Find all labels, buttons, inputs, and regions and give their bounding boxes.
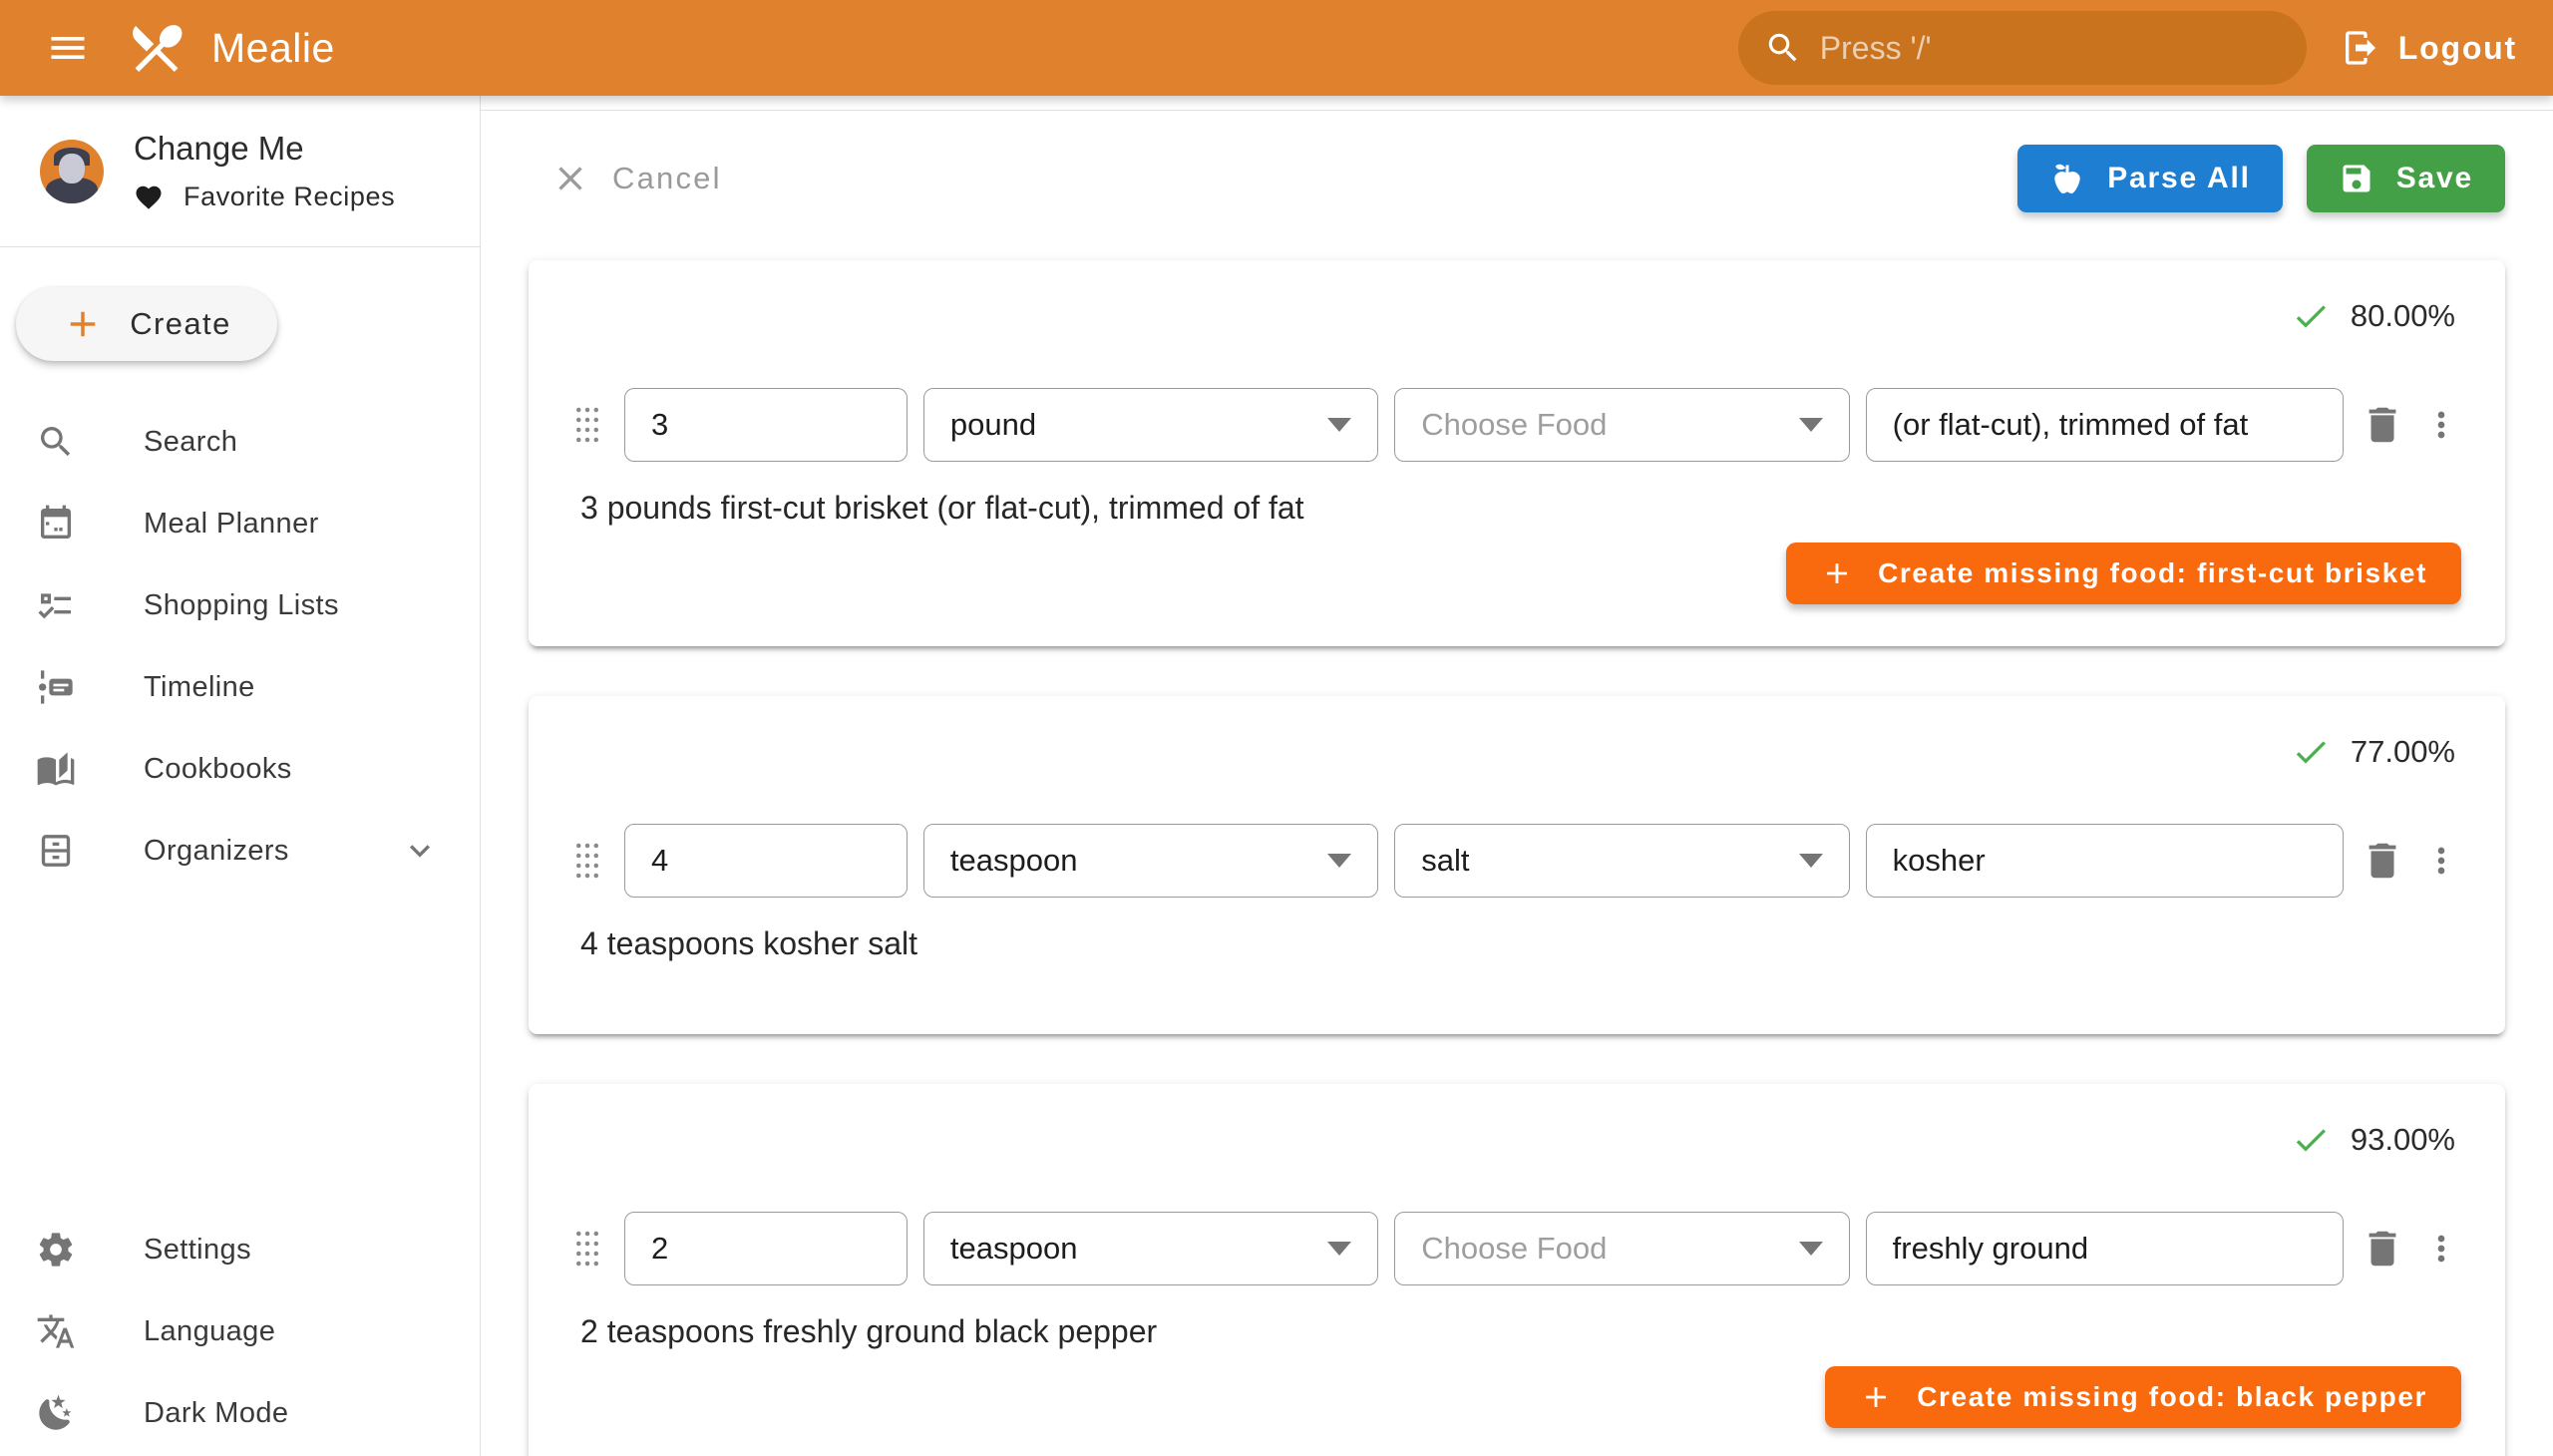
ingredient-input-row: pound Choose Food — [572, 388, 2461, 462]
kebab-menu-icon[interactable] — [2421, 838, 2461, 884]
confidence-row: 93.00% — [572, 1118, 2461, 1162]
confidence-row: 77.00% — [572, 730, 2461, 774]
create-missing-food-button[interactable]: Create missing food: black pepper — [1825, 1366, 2461, 1428]
app-title: Mealie — [211, 25, 335, 72]
sidebar-item-meal-planner[interactable]: Meal Planner — [0, 483, 480, 564]
sidebar-item-organizers[interactable]: Organizers — [0, 810, 480, 892]
sidebar-item-dark-mode[interactable]: Dark Mode — [0, 1372, 480, 1454]
parse-all-button[interactable]: Parse All — [2017, 145, 2283, 212]
save-button[interactable]: Save — [2307, 145, 2505, 212]
drag-handle-icon[interactable] — [572, 837, 608, 885]
delete-icon[interactable] — [2360, 402, 2405, 448]
ingredient-card: 93.00% teaspoon Choose Food 2 teaspoons … — [529, 1084, 2505, 1456]
gear-icon — [36, 1230, 76, 1270]
check-icon — [2291, 296, 2331, 336]
drag-handle-icon[interactable] — [572, 1225, 608, 1273]
ingredient-card: 77.00% teaspoon salt 4 teaspoons kosher … — [529, 696, 2505, 1034]
create-button[interactable]: Create — [16, 287, 277, 361]
translate-icon — [36, 1311, 76, 1351]
note-input[interactable] — [1893, 407, 2317, 443]
sidebar-footer-nav: Settings Language Dark Mode — [0, 1209, 480, 1454]
calendar-icon — [36, 504, 76, 544]
close-icon — [550, 159, 590, 198]
user-profile[interactable]: Change Me Favorite Recipes — [0, 96, 480, 247]
caret-down-icon — [1327, 854, 1351, 868]
sidebar-nav: Search Meal Planner Shopping Lists Timel… — [0, 401, 480, 892]
app-brand: Mealie — [126, 17, 335, 79]
silverware-logo-icon — [126, 17, 187, 79]
check-icon — [2291, 732, 2331, 772]
sidebar-item-timeline[interactable]: Timeline — [0, 646, 480, 728]
caret-down-icon — [1799, 854, 1823, 868]
plus-icon — [1859, 1380, 1893, 1414]
confidence-value: 80.00% — [2351, 298, 2455, 334]
confidence-value: 93.00% — [2351, 1122, 2455, 1158]
confidence-row: 80.00% — [572, 294, 2461, 338]
original-ingredient-text: 3 pounds first-cut brisket (or flat-cut)… — [580, 490, 2461, 527]
check-icon — [2291, 1120, 2331, 1160]
original-ingredient-text: 4 teaspoons kosher salt — [580, 925, 2461, 962]
checklist-icon — [36, 585, 76, 625]
delete-icon[interactable] — [2360, 1226, 2405, 1272]
parser-toolbar: Cancel Parse All Save — [481, 111, 2553, 212]
quantity-input[interactable] — [651, 407, 881, 443]
search-input[interactable] — [1820, 30, 2281, 67]
food-select[interactable]: Choose Food — [1394, 388, 1849, 462]
save-icon — [2339, 161, 2374, 196]
caret-down-icon — [1327, 1242, 1351, 1256]
note-input[interactable] — [1893, 843, 2317, 879]
sidebar-item-language[interactable]: Language — [0, 1290, 480, 1372]
kebab-menu-icon[interactable] — [2421, 402, 2461, 448]
create-missing-food-button[interactable]: Create missing food: first-cut brisket — [1786, 543, 2461, 604]
logout-button[interactable]: Logout — [2341, 28, 2517, 68]
confidence-value: 77.00% — [2351, 734, 2455, 770]
search-icon — [36, 422, 76, 462]
quantity-input[interactable] — [651, 843, 881, 879]
logout-icon — [2341, 28, 2380, 68]
delete-icon[interactable] — [2360, 838, 2405, 884]
apple-icon — [2049, 161, 2085, 196]
food-select[interactable]: Choose Food — [1394, 1212, 1849, 1285]
book-icon — [36, 749, 76, 789]
ingredient-parser-main: Cancel Parse All Save 80.00% pound — [481, 96, 2553, 1456]
kebab-menu-icon[interactable] — [2421, 1226, 2461, 1272]
moon-icon — [36, 1393, 76, 1433]
quantity-input[interactable] — [651, 1231, 881, 1267]
global-search[interactable] — [1738, 11, 2307, 85]
cancel-button[interactable]: Cancel — [550, 159, 722, 198]
sidebar-item-shopping-lists[interactable]: Shopping Lists — [0, 564, 480, 646]
sidebar: Change Me Favorite Recipes Create Search… — [0, 96, 481, 1456]
caret-down-icon — [1799, 418, 1823, 432]
note-input[interactable] — [1893, 1231, 2317, 1267]
ingredient-input-row: teaspoon salt — [572, 824, 2461, 898]
menu-icon[interactable] — [36, 16, 100, 80]
original-ingredient-text: 2 teaspoons freshly ground black pepper — [580, 1313, 2461, 1350]
user-name: Change Me — [134, 130, 395, 168]
cabinet-icon — [36, 831, 76, 871]
ingredient-card-list: 80.00% pound Choose Food 3 pounds first-… — [481, 212, 2553, 1456]
heart-icon — [134, 182, 164, 212]
food-select[interactable]: salt — [1394, 824, 1849, 898]
favorite-recipes-link[interactable]: Favorite Recipes — [134, 182, 395, 212]
plus-icon — [1820, 556, 1854, 590]
sidebar-item-settings[interactable]: Settings — [0, 1209, 480, 1290]
timeline-icon — [36, 667, 76, 707]
caret-down-icon — [1327, 418, 1351, 432]
unit-select[interactable]: teaspoon — [923, 1212, 1378, 1285]
drag-handle-icon[interactable] — [572, 401, 608, 449]
app-header: Mealie Logout — [0, 0, 2553, 96]
caret-down-icon — [1799, 1242, 1823, 1256]
avatar[interactable] — [40, 140, 104, 203]
unit-select[interactable]: pound — [923, 388, 1378, 462]
sidebar-item-cookbooks[interactable]: Cookbooks — [0, 728, 480, 810]
chevron-down-icon[interactable] — [400, 831, 440, 871]
search-icon — [1764, 29, 1802, 67]
sidebar-item-search[interactable]: Search — [0, 401, 480, 483]
ingredient-input-row: teaspoon Choose Food — [572, 1212, 2461, 1285]
ingredient-card: 80.00% pound Choose Food 3 pounds first-… — [529, 260, 2505, 646]
unit-select[interactable]: teaspoon — [923, 824, 1378, 898]
plus-icon — [62, 303, 104, 345]
